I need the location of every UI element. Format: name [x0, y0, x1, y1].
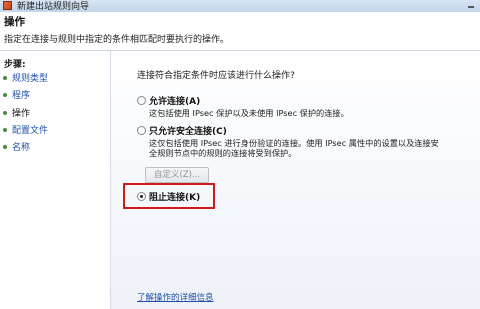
step-label: 名称: [12, 143, 31, 153]
page-title: 操作: [4, 16, 25, 28]
step-bullet-icon: [3, 145, 7, 149]
allow-secure-description-line1: 这仅包括使用 IPsec 进行身份验证的连接。使用 IPsec 属性中的设置以及…: [149, 138, 439, 148]
step-bullet-icon: [3, 93, 7, 97]
window-title: 新建出站规则向导: [17, 2, 90, 12]
steps-heading: 步骤:: [4, 60, 26, 70]
allow-secure-radio[interactable]: [137, 126, 146, 135]
block-connection-label[interactable]: 阻止连接(K): [149, 190, 200, 203]
allow-connection-radio[interactable]: [137, 96, 146, 105]
step-program[interactable]: 程序: [3, 88, 107, 102]
step-bullet-icon: [3, 76, 7, 80]
step-profile[interactable]: 配置文件: [3, 123, 107, 137]
step-rule-type[interactable]: 规则类型: [3, 71, 107, 85]
action-panel: 连接符合指定条件时应该进行什么操作? 允许连接(A) 这包括使用 IPsec 保…: [111, 51, 480, 309]
learn-more-link[interactable]: 了解操作的详细信息: [137, 291, 214, 303]
wizard-header: 操作 指定在连接与规则中指定的条件相匹配时要执行的操作。: [0, 12, 480, 51]
step-action[interactable]: 操作: [3, 106, 107, 120]
step-label: 配置文件: [12, 126, 49, 136]
page-description: 指定在连接与规则中指定的条件相匹配时要执行的操作。: [4, 35, 230, 45]
step-label: 操作: [12, 109, 31, 119]
allow-secure-description-line2: 全规则节点中的规则的连接将受到保护。: [149, 148, 297, 158]
steps-panel: 步骤: 规则类型 程序 操作 配置文件 名称: [0, 51, 111, 309]
step-label: 规则类型: [12, 74, 49, 84]
step-bullet-icon: [3, 128, 7, 132]
allow-secure-label[interactable]: 只允许安全连接(C): [149, 124, 227, 137]
block-connection-radio[interactable]: [137, 192, 146, 201]
action-question: 连接符合指定条件时应该进行什么操作?: [137, 71, 295, 81]
customize-button[interactable]: 自定义(Z)...: [145, 167, 209, 183]
allow-connection-label[interactable]: 允许连接(A): [149, 94, 200, 107]
step-name[interactable]: 名称: [3, 140, 107, 154]
firewall-app-icon: [3, 1, 12, 10]
step-label: 程序: [12, 91, 31, 101]
step-bullet-icon: [3, 111, 7, 115]
allow-connection-description: 这包括使用 IPsec 保护以及未使用 IPsec 保护的连接。: [149, 108, 349, 118]
minimize-icon[interactable]: [468, 2, 474, 8]
